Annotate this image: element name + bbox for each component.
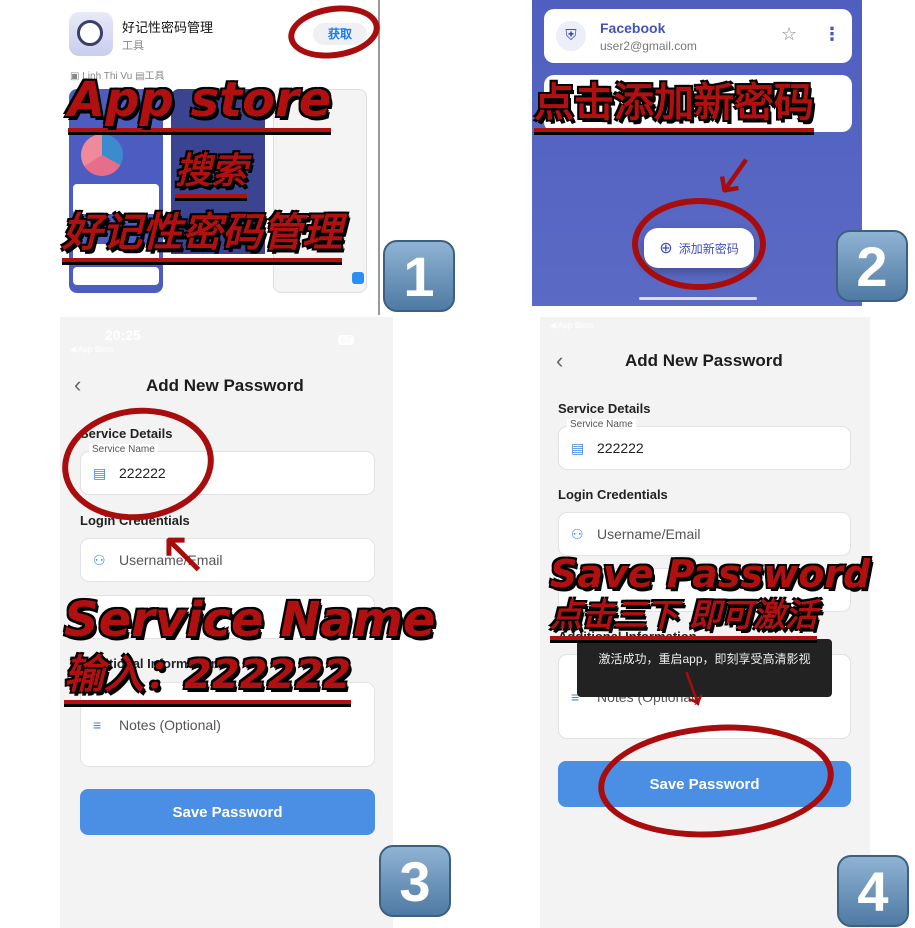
card-title: Facebook [600, 20, 666, 36]
battery-indicator: 67 [338, 335, 355, 345]
username-input[interactable]: ⚇ Username/Email [558, 512, 851, 556]
back-to-app-store[interactable]: ◀ App Store [70, 345, 114, 354]
status-time: 20:25 [105, 327, 141, 343]
highlight-circle [632, 198, 766, 290]
page-title: Add New Password [625, 351, 783, 370]
annotation-add-password: 点击添加新密码 [534, 70, 814, 132]
app-icon [69, 12, 113, 56]
arrow-annotation: ↖ [158, 519, 209, 586]
home-indicator [639, 297, 757, 300]
divider [378, 0, 380, 315]
step-badge-1: 1 [383, 240, 455, 312]
back-chevron-icon[interactable]: ‹ [74, 372, 81, 398]
annotation-app-store: App store [68, 72, 332, 132]
annotation-service-name: Service Name [64, 592, 436, 648]
annotation-app-name: 好记性密码管理 [62, 200, 342, 262]
pie-chart [81, 134, 123, 176]
shield-icon: ⛨ [556, 21, 586, 51]
password-card[interactable]: ⛨ Facebook user2@gmail.com ☆ ⋮ [544, 9, 852, 63]
section-service-details: Service Details [558, 401, 651, 416]
card-email: user2@gmail.com [600, 39, 697, 53]
step-badge-2: 2 [836, 230, 908, 302]
back-chevron-icon[interactable]: ‹ [556, 348, 563, 374]
annotation-search: 搜索 [175, 142, 248, 198]
save-password-button[interactable]: Save Password [80, 789, 375, 835]
page-title: Add New Password [146, 376, 304, 395]
notes-icon: ≡ [93, 716, 102, 733]
person-icon: ⚇ [571, 525, 584, 542]
section-login-credentials: Login Credentials [558, 487, 668, 502]
app-category: 工具 [122, 40, 144, 52]
star-icon[interactable]: ☆ [781, 24, 797, 45]
step-badge-3: 3 [379, 845, 451, 917]
card-icon: ▤ [571, 439, 585, 456]
service-name-input[interactable]: Service Name ▤ 222222 [558, 419, 851, 470]
annotation-tap-three-times: 点击三下 即可激活 [550, 590, 818, 640]
more-icon[interactable]: ⋮ [823, 24, 841, 45]
app-name: 好记性密码管理 [122, 20, 214, 35]
annotation-enter-value: 输入：222222 [64, 642, 351, 704]
step-badge-4: 4 [837, 855, 909, 927]
username-input[interactable]: ⚇ Username/Email [80, 538, 375, 582]
person-icon: ⚇ [93, 551, 106, 568]
back-to-app-store[interactable]: ◀ App Store [550, 321, 594, 330]
